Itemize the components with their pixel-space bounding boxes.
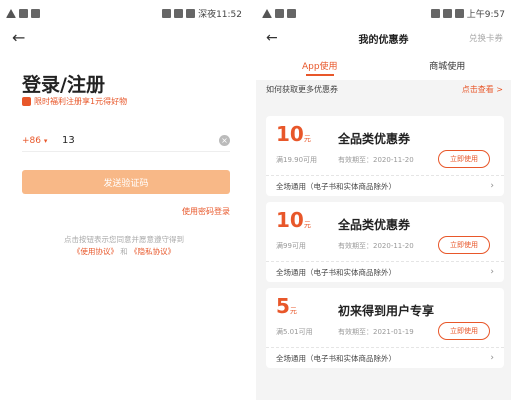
password-login-link[interactable]: 使用密码登录: [182, 206, 230, 217]
privacy-link[interactable]: 《隐私协议》: [130, 247, 175, 256]
chevron-right-icon: ›: [490, 181, 494, 191]
coupon-value: 5: [276, 294, 290, 318]
clear-icon[interactable]: ×: [219, 135, 230, 146]
wifi-icon: [430, 8, 440, 18]
coupon-condition: 满99可用: [276, 242, 306, 250]
promo-text: 限时福利注册享1元得好物: [34, 97, 128, 106]
phone-input[interactable]: [62, 135, 219, 146]
howto-row: 如何获取更多优惠券 点击查看 >: [266, 84, 503, 95]
app-icon: [287, 8, 296, 18]
page-title: 我的优惠券: [358, 34, 409, 46]
coupon-condition: 满19.90可用: [276, 156, 318, 164]
user-agreement-link[interactable]: 《使用协议》: [73, 247, 118, 256]
coupons-screen: 上午9:57 ← 我的优惠券 兑换卡券 App使用 商城使用 如何获取更多优惠券…: [256, 0, 511, 400]
coupon-expiry: 有效期至：2021-01-19: [338, 328, 414, 336]
login-screen: 深夜11:52 ← 登录/注册 限时福利注册享1元得好物 +86 ▾ × 发送验…: [0, 0, 248, 400]
agreement-and: 和: [120, 247, 128, 256]
use-now-button[interactable]: 立即使用: [438, 236, 490, 254]
coupon-amount: 10元: [276, 122, 311, 146]
coupon-scope: 全场通用（电子书和实体商品除外）: [276, 181, 396, 191]
country-code-selector[interactable]: +86 ▾: [22, 136, 62, 146]
agreement-text: 点击按钮表示您同意并愿意遵守得到 《使用协议》 和 《隐私协议》: [0, 234, 248, 258]
wifi-icon: [162, 8, 172, 18]
back-arrow-icon[interactable]: ←: [12, 28, 25, 47]
coupon-condition: 满5.01可用: [276, 328, 313, 336]
coupon-value: 10: [276, 208, 304, 232]
coupon-scope: 全场通用（电子书和实体商品除外）: [276, 353, 396, 363]
agreement-line: 点击按钮表示您同意并愿意遵守得到: [64, 235, 184, 244]
coupon-amount: 10元: [276, 208, 311, 232]
coupon-card: 10元 全品类优惠券 满99可用 有效期至：2020-11-20 立即使用 全场…: [266, 202, 504, 282]
notification-icon: [19, 8, 28, 18]
status-bar: 深夜11:52: [0, 0, 248, 26]
tab-mall[interactable]: 商城使用: [384, 50, 511, 80]
back-arrow-icon[interactable]: ←: [266, 30, 278, 46]
coupon-expiry: 有效期至：2020-11-20: [338, 242, 414, 250]
page-title: 登录/注册: [22, 74, 105, 96]
chevron-right-icon: ›: [490, 267, 494, 277]
gift-icon: [22, 97, 31, 106]
country-code-label: +86: [22, 135, 41, 146]
coupon-card: 5元 初来得到用户专享 满5.01可用 有效期至：2021-01-19 立即使用…: [266, 288, 504, 368]
coupon-name: 初来得到用户专享: [338, 304, 435, 318]
warning-icon: [6, 8, 16, 18]
promo-banner: 限时福利注册享1元得好物: [22, 96, 127, 107]
coupon-scope-row[interactable]: 全场通用（电子书和实体商品除外） ›: [266, 262, 504, 282]
warning-icon: [262, 8, 272, 18]
chevron-right-icon: ›: [490, 353, 494, 363]
send-code-button[interactable]: 发送验证码: [22, 170, 230, 194]
coupon-unit: 元: [289, 307, 297, 315]
app-icon: [31, 8, 40, 18]
coupon-unit: 元: [303, 221, 311, 229]
howto-link[interactable]: 点击查看 >: [462, 84, 503, 95]
notification-icon: [275, 8, 284, 18]
caret-down-icon: ▾: [43, 136, 48, 145]
signal-icon: [174, 8, 184, 18]
coupon-value: 10: [276, 122, 304, 146]
coupon-scope: 全场通用（电子书和实体商品除外）: [276, 267, 396, 277]
coupon-unit: 元: [303, 135, 311, 143]
coupon-scope-row[interactable]: 全场通用（电子书和实体商品除外） ›: [266, 348, 504, 368]
coupon-name: 全品类优惠券: [338, 218, 411, 232]
status-bar: 上午9:57: [256, 0, 511, 26]
coupon-amount: 5元: [276, 294, 297, 318]
redeem-card-button[interactable]: 兑换卡券: [469, 32, 503, 44]
howto-text: 如何获取更多优惠券: [266, 85, 338, 94]
coupon-card: 10元 全品类优惠券 满19.90可用 有效期至：2020-11-20 立即使用…: [266, 116, 504, 196]
use-now-button[interactable]: 立即使用: [438, 150, 490, 168]
coupon-scope-row[interactable]: 全场通用（电子书和实体商品除外） ›: [266, 176, 504, 196]
tab-bar: App使用 商城使用: [256, 50, 511, 80]
tab-app[interactable]: App使用: [256, 50, 384, 80]
coupon-name: 全品类优惠券: [338, 132, 411, 146]
battery-icon: [186, 8, 196, 18]
battery-icon: [454, 8, 464, 18]
status-time: 上午9:57: [466, 9, 505, 20]
header: ← 我的优惠券 兑换卡券: [256, 26, 511, 50]
use-now-button[interactable]: 立即使用: [438, 322, 490, 340]
phone-field-row: +86 ▾ ×: [22, 130, 230, 152]
status-time: 深夜11:52: [198, 9, 242, 20]
signal-icon: [442, 8, 452, 18]
coupon-expiry: 有效期至：2020-11-20: [338, 156, 414, 164]
